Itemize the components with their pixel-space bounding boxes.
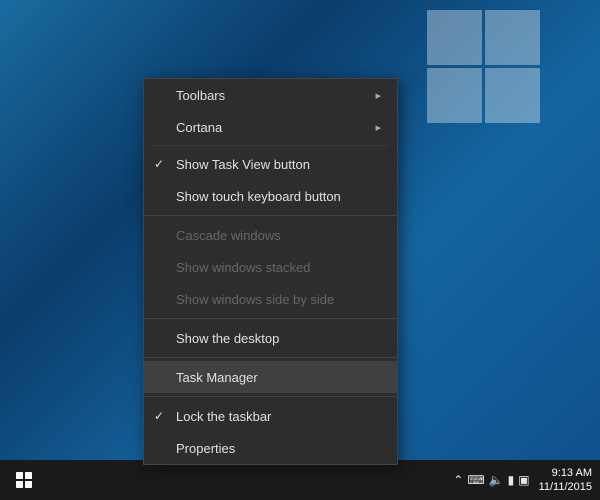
show-desktop-label: Show the desktop xyxy=(176,331,279,346)
clock[interactable]: 9:13 AM 11/11/2015 xyxy=(539,466,592,495)
logo-pane-tr xyxy=(485,10,540,65)
cortana-arrow-icon: ▸ xyxy=(375,121,381,134)
menu-item-task-manager[interactable]: Task Manager xyxy=(144,361,397,393)
menu-item-side-by-side[interactable]: Show windows side by side xyxy=(144,283,397,315)
logo-pane-bl xyxy=(427,68,482,123)
tray-notification-icon[interactable]: ▣ xyxy=(518,473,529,487)
start-pane-tr xyxy=(25,472,32,479)
logo-pane-tl xyxy=(427,10,482,65)
logo-pane-br xyxy=(485,68,540,123)
divider-3 xyxy=(144,318,397,319)
menu-item-stacked[interactable]: Show windows stacked xyxy=(144,251,397,283)
task-view-label: Show Task View button xyxy=(176,157,310,172)
tray-network-icon[interactable]: ▮ xyxy=(508,473,515,487)
properties-label: Properties xyxy=(176,441,235,456)
tray-volume-icon[interactable]: 🔈 xyxy=(489,473,504,487)
side-by-side-label: Show windows side by side xyxy=(176,292,334,307)
taskbar-left xyxy=(0,460,48,500)
cascade-label: Cascade windows xyxy=(176,228,281,243)
start-pane-br xyxy=(25,481,32,488)
tray-keyboard-icon[interactable]: ⌨ xyxy=(467,473,484,487)
clock-date: 11/11/2015 xyxy=(539,480,592,494)
menu-item-cortana[interactable]: Cortana ▸ xyxy=(144,111,397,143)
menu-item-touch-keyboard[interactable]: Show touch keyboard button xyxy=(144,180,397,212)
menu-item-toolbars[interactable]: Toolbars ▸ xyxy=(144,79,397,111)
start-pane-bl xyxy=(16,481,23,488)
menu-item-properties[interactable]: Properties xyxy=(144,432,397,464)
lock-taskbar-check-icon: ✓ xyxy=(154,409,164,423)
divider-4 xyxy=(144,357,397,358)
menu-item-cascade[interactable]: Cascade windows xyxy=(144,219,397,251)
context-menu: Toolbars ▸ Cortana ▸ ✓ Show Task View bu… xyxy=(143,78,398,465)
tray-chevron-icon[interactable]: ⌃ xyxy=(453,473,463,487)
windows-logo xyxy=(427,10,540,123)
task-view-check-icon: ✓ xyxy=(154,157,164,171)
stacked-label: Show windows stacked xyxy=(176,260,310,275)
taskbar-right: ⌃ ⌨ 🔈 ▮ ▣ 9:13 AM 11/11/2015 xyxy=(453,466,600,495)
tray-icons: ⌃ ⌨ 🔈 ▮ ▣ xyxy=(453,473,529,487)
start-button[interactable] xyxy=(0,460,48,500)
taskbar: ⌃ ⌨ 🔈 ▮ ▣ 9:13 AM 11/11/2015 xyxy=(0,460,600,500)
toolbars-label: Toolbars xyxy=(176,88,225,103)
touch-keyboard-label: Show touch keyboard button xyxy=(176,189,341,204)
start-icon xyxy=(16,472,32,488)
toolbars-arrow-icon: ▸ xyxy=(375,89,381,102)
system-tray: ⌃ ⌨ 🔈 ▮ ▣ 9:13 AM 11/11/2015 xyxy=(453,466,592,495)
task-manager-label: Task Manager xyxy=(176,370,258,385)
divider-5 xyxy=(144,396,397,397)
divider-1 xyxy=(152,145,389,146)
clock-time: 9:13 AM xyxy=(539,466,592,480)
lock-taskbar-label: Lock the taskbar xyxy=(176,409,271,424)
divider-2 xyxy=(144,215,397,216)
cortana-label: Cortana xyxy=(176,120,222,135)
menu-item-task-view[interactable]: ✓ Show Task View button xyxy=(144,148,397,180)
menu-item-show-desktop[interactable]: Show the desktop xyxy=(144,322,397,354)
menu-item-lock-taskbar[interactable]: ✓ Lock the taskbar xyxy=(144,400,397,432)
desktop: Toolbars ▸ Cortana ▸ ✓ Show Task View bu… xyxy=(0,0,600,500)
start-pane-tl xyxy=(16,472,23,479)
